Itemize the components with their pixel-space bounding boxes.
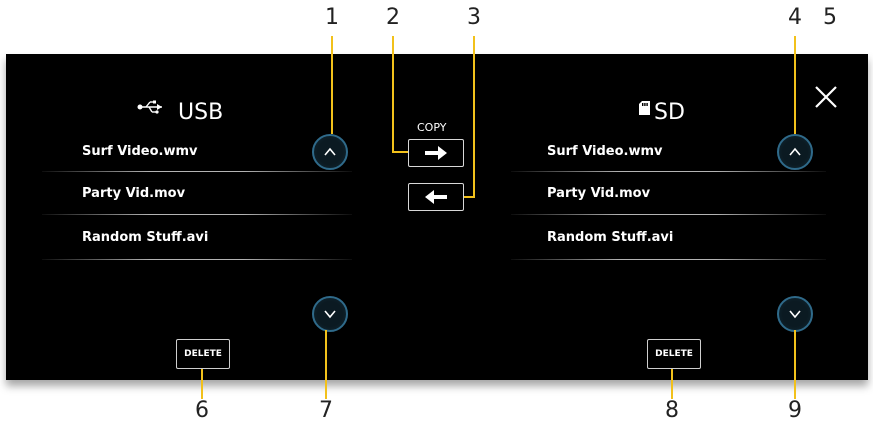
callout-4: 4 — [788, 5, 802, 30]
sd-delete-button[interactable]: DELETE — [647, 339, 701, 369]
leader-line-9 — [794, 330, 796, 399]
sd-file-item[interactable]: Surf Video.wmv — [547, 144, 663, 159]
arrow-right-icon — [425, 146, 447, 160]
divider — [42, 214, 352, 215]
divider — [42, 171, 352, 172]
divider — [511, 214, 826, 215]
usb-title: USB — [178, 100, 224, 125]
copy-to-sd-button[interactable] — [408, 139, 464, 167]
usb-file-item[interactable]: Party Vid.mov — [82, 186, 185, 201]
copy-screen: USB Surf Video.wmv Party Vid.mov Random … — [6, 54, 868, 380]
chevron-up-icon — [789, 147, 801, 156]
leader-line-1 — [331, 36, 333, 134]
leader-line-2-horizontal — [392, 151, 408, 153]
sd-scroll-up-button[interactable] — [777, 134, 813, 170]
usb-delete-button[interactable]: DELETE — [176, 339, 230, 369]
close-icon — [815, 86, 837, 108]
copy-to-usb-button[interactable] — [408, 183, 464, 211]
usb-file-item[interactable]: Random Stuff.avi — [82, 230, 208, 245]
callout-3: 3 — [467, 5, 481, 30]
copy-label: COPY — [417, 121, 447, 134]
sd-scroll-down-button[interactable] — [777, 296, 813, 332]
callout-5: 5 — [823, 5, 837, 30]
callout-9: 9 — [788, 398, 802, 423]
leader-line-3 — [473, 36, 475, 198]
callout-8: 8 — [665, 398, 679, 423]
chevron-down-icon — [324, 310, 336, 319]
callout-2: 2 — [386, 5, 400, 30]
leader-line-7 — [325, 330, 327, 399]
sd-file-item[interactable]: Random Stuff.avi — [547, 230, 673, 245]
leader-line-4 — [794, 36, 796, 134]
close-button[interactable] — [813, 84, 839, 110]
chevron-down-icon — [789, 310, 801, 319]
sd-file-item[interactable]: Party Vid.mov — [547, 186, 650, 201]
usb-scroll-up-button[interactable] — [312, 134, 348, 170]
divider — [511, 171, 826, 172]
leader-line-6 — [201, 369, 203, 399]
arrow-left-icon — [425, 190, 447, 204]
divider — [511, 259, 826, 260]
leader-line-3-horizontal — [464, 196, 475, 198]
callout-1: 1 — [325, 5, 339, 30]
usb-file-item[interactable]: Surf Video.wmv — [82, 144, 198, 159]
divider — [42, 259, 352, 260]
leader-line-8 — [671, 369, 673, 399]
usb-scroll-down-button[interactable] — [312, 296, 348, 332]
callout-6: 6 — [195, 398, 209, 423]
leader-line-2 — [392, 36, 394, 152]
callout-7: 7 — [319, 398, 333, 423]
usb-icon — [137, 99, 163, 118]
chevron-up-icon — [324, 147, 336, 156]
sd-card-icon — [639, 100, 650, 119]
sd-title: SD — [654, 100, 685, 125]
